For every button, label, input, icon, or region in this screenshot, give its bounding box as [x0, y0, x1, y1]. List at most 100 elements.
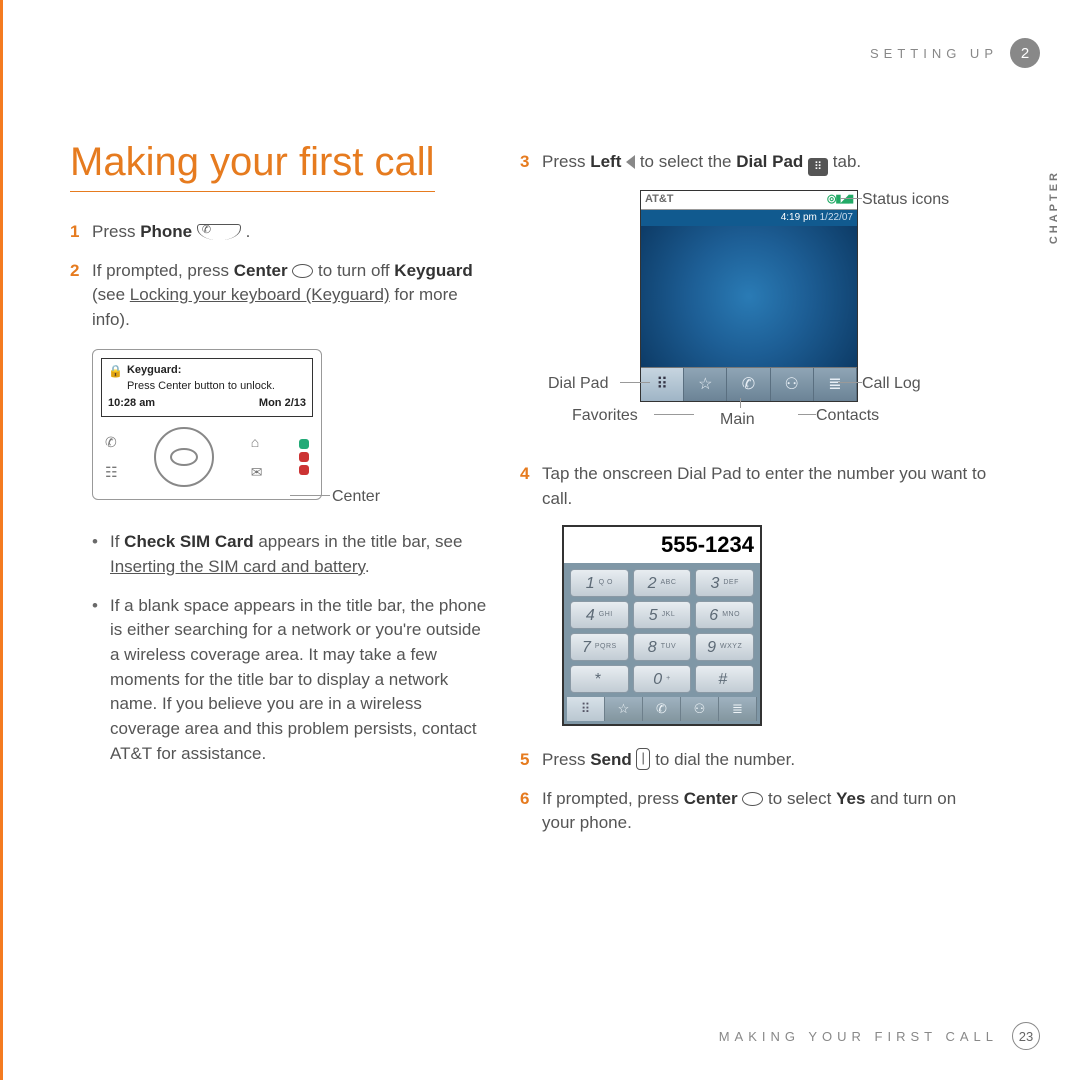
- screen-date: Mon 2/13: [259, 396, 306, 412]
- figure-dialpad: 555-1234 1Q O2ABC3DEF 4GHI5JKL6MNO 7PQRS8T…: [562, 525, 762, 726]
- step-text: Press Phone .: [92, 220, 490, 245]
- phone-screen: 🔒 Keyguard: Press Center button to unloc…: [101, 358, 313, 418]
- dial-key: 9WXYZ: [695, 633, 754, 661]
- grid-icon: ☷: [105, 462, 118, 482]
- page-footer: MAKING YOUR FIRST CALL 23: [719, 1022, 1040, 1050]
- screen-time: 10:28 am: [108, 396, 155, 412]
- dial-key: 7PQRS: [570, 633, 629, 661]
- dial-key: 5JKL: [633, 601, 692, 629]
- dial-key: 0+: [633, 665, 692, 693]
- page-title: Making your first call: [70, 140, 435, 192]
- dial-key: #: [695, 665, 754, 693]
- step-number: 1: [70, 220, 92, 245]
- tab-dialpad: ⠿: [567, 697, 605, 721]
- step-text: Press Left to select the Dial Pad ⠿ tab.: [542, 150, 990, 176]
- step-number: 6: [520, 787, 542, 836]
- tab-main: ✆: [727, 368, 770, 401]
- callout-center: Center: [332, 485, 380, 508]
- callout-contacts: Contacts: [816, 404, 879, 427]
- chapter-word-vertical: CHAPTER: [1048, 170, 1060, 244]
- step-number: 3: [520, 150, 542, 176]
- step-5: 5 Press Send to dial the number.: [520, 748, 990, 773]
- tab-calllog: ≣: [814, 368, 857, 401]
- link-keyguard: Locking your keyboard (Keyguard): [130, 285, 390, 304]
- header-section-label: SETTING UP: [870, 46, 998, 61]
- figure-keyguard-phone: 🔒 Keyguard: Press Center button to unloc…: [92, 349, 382, 501]
- phone-key-icon: [197, 224, 241, 240]
- step-number: 5: [520, 748, 542, 773]
- nav-ring: [154, 427, 214, 487]
- left-arrow-icon: [626, 155, 635, 169]
- step-number: 4: [520, 462, 542, 511]
- callout-status: Status icons: [862, 188, 949, 211]
- dial-key: 4GHI: [570, 601, 629, 629]
- right-column: 3 Press Left to select the Dial Pad ⠿ ta…: [520, 150, 990, 850]
- footer-section: MAKING YOUR FIRST CALL: [719, 1029, 998, 1044]
- dial-key: 3DEF: [695, 569, 754, 597]
- dial-key: 6MNO: [695, 601, 754, 629]
- tab-contacts: ⚇: [771, 368, 814, 401]
- green-button-icon: [299, 439, 309, 449]
- red-button-icon: [299, 465, 309, 475]
- step-text: Tap the onscreen Dial Pad to enter the n…: [542, 462, 990, 511]
- dial-display: 555-1234: [564, 527, 760, 563]
- center-button: [170, 448, 198, 466]
- step-number: 2: [70, 259, 92, 333]
- bullet-item: • If Check SIM Card appears in the title…: [92, 530, 490, 579]
- dial-key: 2ABC: [633, 569, 692, 597]
- dialpad-icon: ⠿: [808, 158, 828, 176]
- send-key-icon: [636, 748, 650, 770]
- link-sim: Inserting the SIM card and battery: [110, 557, 365, 576]
- phone-outline: 🔒 Keyguard: Press Center button to unloc…: [92, 349, 322, 501]
- step-6: 6 If prompted, press Center to select Ye…: [520, 787, 990, 836]
- bullet-text: If a blank space appears in the title ba…: [110, 594, 490, 766]
- mail-icon: ✉: [251, 462, 263, 482]
- tab-favorites: ☆: [684, 368, 727, 401]
- left-column: 1 Press Phone . 2 If prompted, press Cen…: [70, 220, 490, 780]
- page-number: 23: [1012, 1022, 1040, 1050]
- tab-main: ✆: [643, 697, 681, 721]
- red-button-icon: [299, 452, 309, 462]
- step-text: Press Send to dial the number.: [542, 748, 990, 773]
- step-3: 3 Press Left to select the Dial Pad ⠿ ta…: [520, 150, 990, 176]
- callout-main: Main: [720, 408, 755, 431]
- dial-key: *: [570, 665, 629, 693]
- bullet-icon: •: [92, 530, 110, 579]
- step-2: 2 If prompted, press Center to turn off …: [70, 259, 490, 333]
- figure-home-screen: AT&T ◎▮◢▮ 4:19 pm 1/22/07 ⠿ ☆ ✆ ⚇ ≣ Stat…: [542, 190, 990, 440]
- call-icon: ✆: [105, 432, 118, 452]
- phone-screen: AT&T ◎▮◢▮ 4:19 pm 1/22/07 ⠿ ☆ ✆ ⚇ ≣: [640, 190, 858, 402]
- header-section: SETTING UP 2: [870, 38, 1040, 68]
- dial-keys: 1Q O2ABC3DEF 4GHI5JKL6MNO 7PQRS8TUV9WXYZ *0…: [564, 563, 760, 697]
- time-date-bar: 4:19 pm 1/22/07: [641, 210, 857, 227]
- callout-calllog: Call Log: [862, 372, 921, 395]
- bullet-icon: •: [92, 594, 110, 766]
- dial-key: 8TUV: [633, 633, 692, 661]
- step-4: 4 Tap the onscreen Dial Pad to enter the…: [520, 462, 990, 511]
- left-accent-bar: [0, 0, 3, 1080]
- tab-favorites: ☆: [605, 697, 643, 721]
- step-text: If prompted, press Center to select Yes …: [542, 787, 990, 836]
- notes-list: • If Check SIM Card appears in the title…: [92, 530, 490, 766]
- wallpaper: [641, 226, 857, 367]
- tab-bar: ⠿ ☆ ✆ ⚇ ≣: [641, 367, 857, 401]
- tab-calllog: ≣: [719, 697, 757, 721]
- step-text: If prompted, press Center to turn off Ke…: [92, 259, 490, 333]
- tab-bar: ⠿ ☆ ✆ ⚇ ≣: [567, 697, 757, 721]
- step-1: 1 Press Phone .: [70, 220, 490, 245]
- center-button-icon: [292, 264, 313, 278]
- dial-key: 1Q O: [570, 569, 629, 597]
- chapter-number-badge: 2: [1010, 38, 1040, 68]
- lock-icon: 🔒: [108, 363, 123, 380]
- five-way-nav: ✆ ☷ ⌂ ✉: [101, 427, 313, 491]
- status-bar: AT&T ◎▮◢▮: [641, 191, 857, 210]
- bullet-item: • If a blank space appears in the title …: [92, 594, 490, 766]
- callout-favorites: Favorites: [572, 404, 638, 427]
- center-button-icon: [742, 792, 763, 806]
- carrier-label: AT&T: [645, 192, 674, 208]
- tab-contacts: ⚇: [681, 697, 719, 721]
- status-icons: ◎▮◢▮: [827, 192, 853, 208]
- home-icon: ⌂: [251, 432, 263, 452]
- callout-dialpad: Dial Pad: [548, 372, 608, 395]
- side-buttons: [299, 439, 309, 475]
